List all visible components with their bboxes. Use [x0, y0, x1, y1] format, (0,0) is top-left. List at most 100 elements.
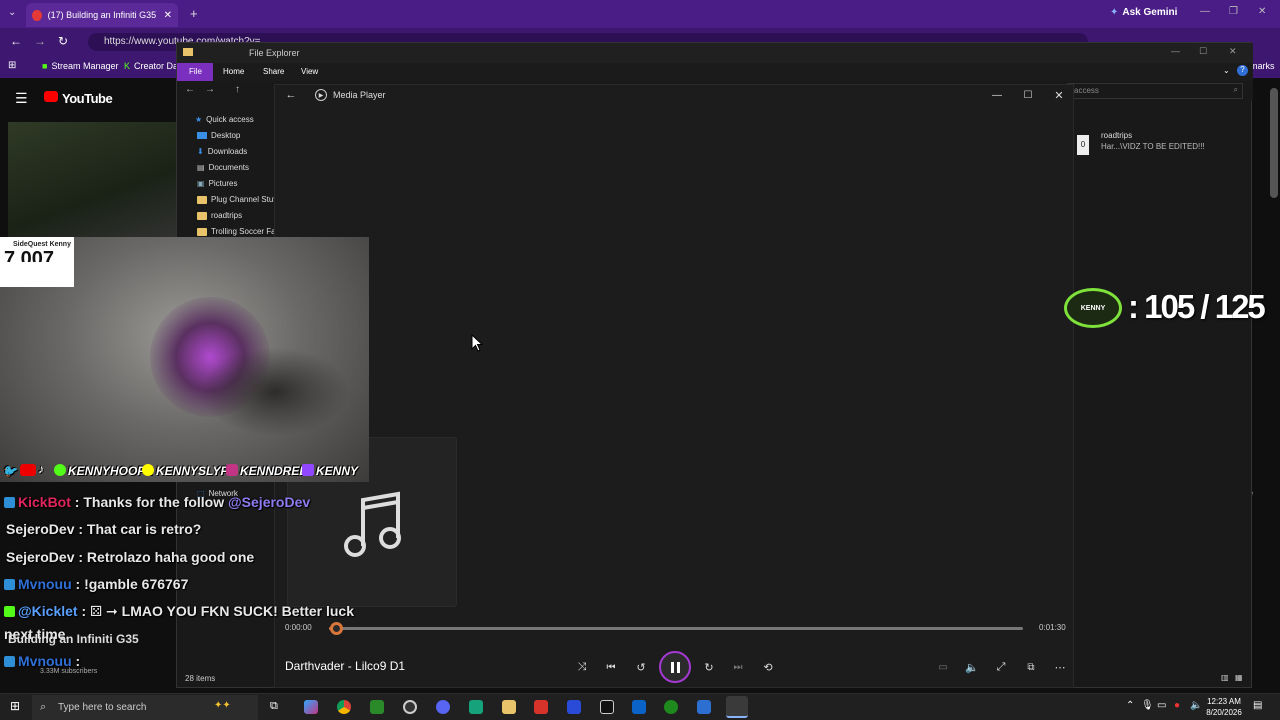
ribbon-expand-icon[interactable]: ⌄: [1223, 66, 1230, 75]
captions-icon[interactable]: ▭: [933, 657, 953, 677]
repeat-off-icon[interactable]: ⟲: [758, 657, 778, 677]
notifications-icon[interactable]: ▤: [1253, 700, 1262, 711]
copilot-icon[interactable]: [304, 700, 318, 714]
reload-icon[interactable]: ↻: [58, 34, 68, 48]
start-button[interactable]: ⊞: [10, 699, 20, 713]
chat-username: SejeroDev: [6, 521, 75, 537]
restore-browser-button[interactable]: ❐: [1229, 6, 1238, 17]
shuffle-icon[interactable]: ⤨: [572, 657, 592, 677]
youtube-icon: [20, 464, 36, 476]
sidebar-item-downloads[interactable]: ⬇ Downloads: [197, 147, 247, 156]
fe-maximize-button[interactable]: ☐: [1199, 46, 1207, 57]
voicemod-icon[interactable]: [534, 700, 548, 714]
forward-30-icon[interactable]: ↻: [699, 657, 719, 677]
channel-overlay-name: SideQuest Kenny: [13, 241, 71, 248]
mp-back-icon[interactable]: ←: [281, 85, 301, 105]
network-tray-icon[interactable]: ▭: [1157, 700, 1166, 711]
volume-icon[interactable]: 🔈: [962, 657, 982, 677]
details-view-icon[interactable]: ▥: [1221, 673, 1229, 682]
media-player-logo-icon: ▶: [311, 85, 331, 105]
snapchat-icon: [142, 464, 154, 476]
pictures-icon: ▣: [197, 179, 205, 188]
video-title-partial: Building an Infiniti G35: [8, 632, 139, 646]
hamburger-menu-icon[interactable]: ☰: [15, 90, 28, 107]
tray-chevron-icon[interactable]: ⌃: [1126, 700, 1134, 711]
forward-icon[interactable]: →: [34, 34, 46, 48]
fe-forward-icon[interactable]: →: [205, 84, 215, 95]
youtube-logo-text[interactable]: YouTube: [62, 91, 113, 106]
tab-list-chevron-icon[interactable]: ⌄: [8, 7, 16, 18]
fe-back-icon[interactable]: ←: [185, 84, 195, 95]
mp-minimize-button[interactable]: —: [987, 85, 1007, 105]
sidebar-item-desktop[interactable]: Desktop: [197, 131, 240, 140]
chat-message: @Kicklet : ⚄ ➞ LMAO YOU FKN SUCK! Better…: [18, 603, 354, 620]
close-tab-icon[interactable]: ✕: [164, 10, 172, 21]
chat-message: Mvnouu :: [18, 653, 80, 669]
mp-close-button[interactable]: ✕: [1049, 85, 1069, 105]
mini-player-icon[interactable]: ⧉: [1021, 657, 1041, 677]
ribbon-tab-share[interactable]: Share: [263, 67, 284, 76]
bookmark-creator[interactable]: K Creator Da: [124, 61, 178, 71]
obs-icon[interactable]: [403, 700, 417, 714]
ribbon-tab-view[interactable]: View: [301, 67, 318, 76]
previous-track-icon[interactable]: ⏮: [601, 657, 621, 677]
app-green-icon[interactable]: [469, 700, 483, 714]
close-browser-button[interactable]: ✕: [1258, 6, 1266, 17]
media-player-taskbar-icon[interactable]: [726, 696, 748, 718]
browser-tab-bar: ⌄ (17) Building an Infiniti G35 - Yo ✕ +…: [0, 0, 1280, 28]
minimize-browser-button[interactable]: —: [1200, 6, 1210, 17]
app-blue-icon[interactable]: [567, 700, 581, 714]
next-track-icon[interactable]: ⏭: [728, 657, 748, 677]
ribbon-tab-file[interactable]: File: [177, 63, 213, 81]
capcut-icon[interactable]: [600, 700, 614, 714]
sidebar-item-trolling-soccer[interactable]: Trolling Soccer Fa: [197, 227, 276, 236]
fe-close-button[interactable]: ✕: [1229, 46, 1237, 57]
fe-minimize-button[interactable]: —: [1171, 46, 1180, 56]
rewind-10-icon[interactable]: ↺: [631, 657, 651, 677]
taskbar-search[interactable]: ⌕ Type here to search ✦✦: [32, 695, 258, 720]
more-options-icon[interactable]: ⋯: [1050, 657, 1070, 677]
task-view-icon[interactable]: ⧉: [270, 700, 278, 713]
sidebar-item-documents[interactable]: ▤ Documents: [197, 163, 249, 172]
clock[interactable]: 12:23 AM 8/20/2026: [1203, 696, 1245, 718]
ask-gemini-button[interactable]: ✦ Ask Gemini: [1110, 7, 1177, 18]
video-thumbnail[interactable]: [8, 122, 178, 242]
scrollbar[interactable]: [1270, 88, 1278, 198]
large-icons-view-icon[interactable]: ▦: [1235, 673, 1243, 682]
discord-icon[interactable]: [436, 700, 450, 714]
ribbon-tab-home[interactable]: Home: [223, 67, 244, 76]
volume-tray-icon[interactable]: 🔈: [1190, 700, 1202, 711]
new-tab-button[interactable]: +: [190, 6, 198, 21]
progress-track[interactable]: [329, 627, 1023, 630]
fullscreen-icon[interactable]: ⤢: [991, 657, 1011, 677]
outlook-icon[interactable]: [632, 700, 646, 714]
remote-desktop-icon[interactable]: [697, 700, 711, 714]
microphone-icon[interactable]: 🎙: [1141, 700, 1154, 711]
xbox-icon[interactable]: [664, 700, 678, 714]
pause-button[interactable]: [659, 651, 691, 683]
chat-badge-icon: [4, 606, 15, 617]
sidebar-item-pictures[interactable]: ▣ Pictures: [197, 179, 237, 188]
sidebar-item-label: Pictures: [208, 179, 238, 188]
chat-text: : That car is retro?: [74, 521, 202, 537]
chrome-icon[interactable]: [337, 700, 351, 714]
sidebar-item-roadtrips[interactable]: roadtrips: [197, 211, 242, 220]
chat-message: KickBot : Thanks for the follow @SejeroD…: [18, 494, 310, 510]
back-icon[interactable]: ←: [10, 34, 22, 48]
bookmark-stream-manager[interactable]: ■ Stream Manager: [42, 61, 118, 71]
sidebar-item-label: Quick access: [206, 115, 254, 124]
goal-counter-text: : 105 / 125: [1128, 288, 1266, 325]
battery-icon[interactable]: ●: [1174, 700, 1180, 711]
tab-active[interactable]: (17) Building an Infiniti G35 - Yo ✕: [26, 3, 178, 27]
sidebar-item-plug-channel[interactable]: Plug Channel Stuf: [197, 195, 276, 204]
sidebar-item-quick-access[interactable]: ★ Quick access: [195, 115, 254, 124]
recent-item-roadtrips[interactable]: 0 roadtrips Har...\VIDZ TO BE EDITED!!!: [1077, 131, 1247, 159]
mp-maximize-button[interactable]: ☐: [1018, 85, 1038, 105]
help-icon[interactable]: ?: [1237, 65, 1248, 76]
file-explorer-icon[interactable]: [502, 700, 516, 714]
all-bookmarks-label[interactable]: marks: [1250, 61, 1275, 71]
fe-up-icon[interactable]: ↑: [235, 84, 240, 95]
apps-grid-icon[interactable]: ⊞: [8, 60, 16, 71]
store-icon[interactable]: [370, 700, 384, 714]
fe-search-field[interactable]: access ⌕: [1067, 83, 1243, 99]
